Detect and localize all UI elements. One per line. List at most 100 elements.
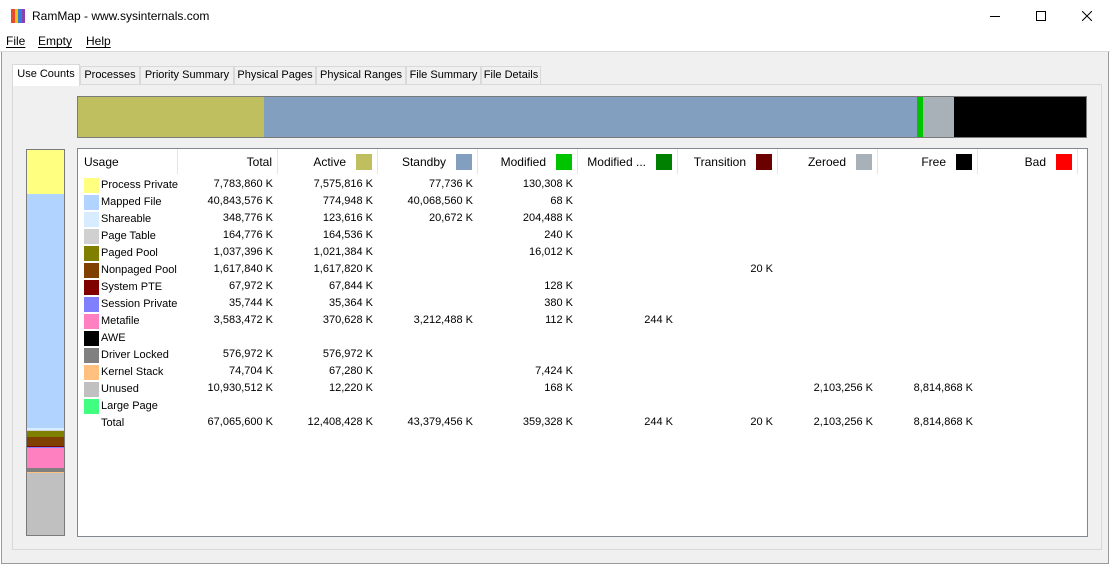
cell-transition: 20 K [750, 416, 773, 428]
table-row[interactable]: Paged Pool 1,037,396 K 1,021,384 K 16,012 K [78, 244, 1087, 261]
tab-priority-summary[interactable]: Priority Summary [140, 66, 234, 85]
menu-empty[interactable]: Empty [38, 34, 72, 48]
cell-modified: 16,012 K [528, 246, 573, 258]
usage-cell: Page Table [84, 228, 156, 244]
cell-total: 1,037,396 K [213, 246, 273, 258]
cell-modified [578, 295, 678, 312]
cell-modified [578, 278, 678, 295]
cell-free [878, 227, 978, 244]
bar-segment-metafile [27, 448, 64, 469]
table-row[interactable]: Metafile 3,583,472 K 370,628 K 3,212,488 K 1… [78, 312, 1087, 329]
cell-total: 3,583,472 K [213, 314, 273, 326]
cell-active: 1,021,384 K [313, 246, 373, 258]
cell-standby [378, 329, 478, 346]
window-title: RamMap - www.sysinternals.com [32, 9, 210, 23]
usage-label: Large Page [101, 400, 158, 412]
cell-free [878, 295, 978, 312]
cell-transition [678, 295, 778, 312]
column-header-standby[interactable]: Standby [378, 149, 478, 174]
column-header-modified[interactable]: Modified [478, 149, 578, 174]
usage-label: AWE [101, 332, 126, 344]
cell-modified: 168 K [544, 382, 573, 394]
tab-processes[interactable]: Processes [80, 66, 140, 85]
table-row[interactable]: Mapped File 40,843,576 K 774,948 K 40,068,5… [78, 193, 1087, 210]
usage-label: Mapped File [101, 196, 162, 208]
table-row[interactable]: Process Private 7,783,860 K 7,575,816 K 77,… [78, 176, 1087, 193]
menu-file[interactable]: File [6, 34, 25, 48]
tab-file-summary[interactable]: File Summary [406, 66, 481, 85]
table-row[interactable]: Shareable 348,776 K 123,616 K 20,672 K 204,4… [78, 210, 1087, 227]
cell-total: 40,843,576 K [207, 195, 273, 207]
table-row[interactable]: Kernel Stack 74,704 K 67,280 K 7,424 K [78, 363, 1087, 380]
cell-bad [978, 176, 1078, 193]
close-button[interactable] [1064, 0, 1110, 32]
cell-free [878, 397, 978, 414]
column-header-modified[interactable]: Modified ... [578, 149, 678, 174]
cell-modified [578, 329, 678, 346]
cell-free [878, 261, 978, 278]
table-row[interactable]: Session Private 35,744 K 35,364 K 380 K [78, 295, 1087, 312]
cell-modified: 130,308 K [522, 178, 573, 190]
table-row[interactable]: Large Page [78, 397, 1087, 414]
usage-cell: Driver Locked [84, 347, 169, 363]
table-row[interactable]: System PTE 67,972 K 67,844 K 128 K [78, 278, 1087, 295]
usage-color-swatch [84, 245, 99, 261]
cell-free [878, 346, 978, 363]
column-header-free[interactable]: Free [878, 149, 978, 174]
column-header-total[interactable]: Total [178, 149, 278, 174]
cell-zeroed [778, 312, 878, 329]
table-row[interactable]: Total 67,065,600 K 12,408,428 K 43,379,456 … [78, 414, 1087, 431]
cell-free: 8,814,868 K [913, 416, 973, 428]
cell-modified [578, 227, 678, 244]
cell-total [178, 397, 278, 414]
tab-use-counts[interactable]: Use Counts [12, 64, 80, 86]
column-header-bad[interactable]: Bad [978, 149, 1078, 174]
column-header-zeroed[interactable]: Zeroed [778, 149, 878, 174]
column-header-active[interactable]: Active [278, 149, 378, 174]
cell-transition [678, 210, 778, 227]
column-header-usage[interactable]: Usage [78, 149, 178, 174]
usage-color-swatch [84, 177, 99, 193]
cell-free [878, 278, 978, 295]
cell-zeroed [778, 346, 878, 363]
minimize-button[interactable] [972, 0, 1018, 32]
tab-physical-ranges[interactable]: Physical Ranges [316, 66, 406, 85]
cell-zeroed [778, 261, 878, 278]
usage-label: Unused [101, 383, 139, 395]
client-area: Use Counts Processes Priority Summary Ph… [1, 52, 1109, 564]
bar-segment-free [953, 97, 1086, 137]
cell-total: 67,972 K [228, 280, 273, 292]
bar-segment-mapped-file [27, 194, 64, 429]
cell-standby [378, 261, 478, 278]
usage-label: Kernel Stack [101, 366, 164, 378]
column-header-label: Zeroed [807, 154, 846, 169]
cell-bad [978, 244, 1078, 261]
maximize-button[interactable] [1018, 0, 1064, 32]
cell-free [878, 210, 978, 227]
usage-color-swatch [84, 398, 99, 414]
cell-bad [978, 193, 1078, 210]
cell-standby [378, 346, 478, 363]
column-header-transition[interactable]: Transition [678, 149, 778, 174]
table-row[interactable]: Page Table 164,776 K 164,536 K 240 K [78, 227, 1087, 244]
cell-transition [678, 176, 778, 193]
table-row[interactable]: AWE [78, 329, 1087, 346]
table-row[interactable]: Driver Locked 576,972 K 576,972 K [78, 346, 1087, 363]
tab-physical-pages[interactable]: Physical Pages [234, 66, 316, 85]
cell-transition [678, 380, 778, 397]
cell-zeroed [778, 227, 878, 244]
table-row[interactable]: Unused 10,930,512 K 12,220 K 168 K 2,103,256… [78, 380, 1087, 397]
tab-file-details[interactable]: File Details [481, 66, 541, 85]
cell-modified: 244 K [644, 416, 673, 428]
usage-color-swatch [84, 296, 99, 312]
usage-color-swatch [84, 313, 99, 329]
cell-standby [378, 397, 478, 414]
usage-label: Metafile [101, 315, 140, 327]
table-row[interactable]: Nonpaged Pool 1,617,840 K 1,617,820 K 20 K [78, 261, 1087, 278]
cell-standby [378, 278, 478, 295]
use-counts-table[interactable]: Usage Total Active Standby Modified Modified … [77, 148, 1088, 537]
cell-total: 67,065,600 K [207, 416, 273, 428]
menu-help[interactable]: Help [86, 34, 111, 48]
bar-segment-nonpaged-pool [27, 437, 64, 447]
color-swatch [456, 153, 472, 170]
